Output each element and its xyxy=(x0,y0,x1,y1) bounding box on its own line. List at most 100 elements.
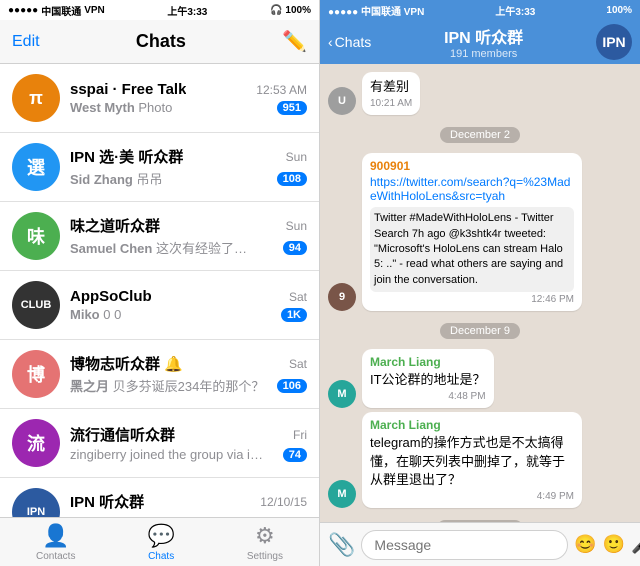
battery-label: 100% xyxy=(285,5,311,16)
date-separator: December 9 xyxy=(328,321,632,339)
badge: 1K xyxy=(281,308,307,322)
chat-info: 味之道听众群SunSamuel Chen 这次有经验了…94 xyxy=(70,215,307,257)
message-text: IT公论群的地址是？ xyxy=(370,371,486,389)
group-avatar[interactable]: IPN xyxy=(596,24,632,60)
messages-area: U有差别10:21 AM December 2 9 900901 https://twi… xyxy=(320,64,640,522)
settings-icon: ⚙ xyxy=(255,523,275,549)
message-time: 4:49 PM xyxy=(370,491,574,502)
right-nav-bar: ‹ Chats IPN 听众群 191 members IPN xyxy=(320,20,640,64)
sender-name: March Liang xyxy=(370,355,486,369)
chat-info: AppSoClubSatMiko 0 01K xyxy=(70,288,307,322)
avatar: 選 xyxy=(12,143,60,191)
chat-info: sspai · Free Talk 12:53 AM West Myth Photo… xyxy=(70,81,307,115)
chat-item[interactable]: π sspai · Free Talk 12:53 AM West Myth Phot… xyxy=(0,64,319,133)
chat-preview: West Myth Photo xyxy=(70,100,172,115)
right-carrier-name: 中国联通 xyxy=(361,7,401,18)
message-avatar: 9 xyxy=(328,283,356,311)
chat-item[interactable]: CLUBAppSoClubSatMiko 0 01K xyxy=(0,271,319,340)
message-bubble[interactable]: March Liang IT公论群的地址是？ 4:48 PM xyxy=(362,349,494,408)
group-title: IPN 听众群 xyxy=(444,24,523,48)
mic-button[interactable]: 🎤 xyxy=(631,534,640,555)
badge: 74 xyxy=(283,448,307,462)
badge: 108 xyxy=(277,172,307,186)
chat-time: Fri xyxy=(293,428,307,442)
chat-name: sspai · Free Talk xyxy=(70,81,186,98)
emoji-button[interactable]: 😊 xyxy=(574,534,596,555)
right-vpn-label: VPN xyxy=(404,7,425,18)
message-bubble[interactable]: 有差别10:21 AM xyxy=(362,72,420,115)
bluetooth-icon: 🎧 xyxy=(270,5,282,16)
right-signal-dots: ●●●●● xyxy=(328,7,358,18)
chats-title: Chats xyxy=(136,31,186,52)
chat-item[interactable]: 博博物志听众群 🔔Sat黑之月 贝多芬诞辰234年的那个？106 xyxy=(0,340,319,409)
back-chevron-icon: ‹ xyxy=(328,34,333,50)
tab-item-contacts[interactable]: 👤Contacts xyxy=(36,523,75,562)
chat-name: IPN 选·美 听众群 xyxy=(70,146,183,167)
chats-icon: 💬 xyxy=(147,523,174,549)
avatar: CLUB xyxy=(12,281,60,329)
right-carrier-info: ●●●●● 中国联通 VPN xyxy=(328,3,424,18)
avatar: 博 xyxy=(12,350,60,398)
left-nav-bar: Edit Chats ✏️ xyxy=(0,20,319,64)
back-button[interactable]: ‹ Chats xyxy=(328,34,371,50)
carrier-name: 中国联通 xyxy=(41,3,81,18)
chat-item[interactable]: 流流行通信听众群Frizingiberry joined the group v… xyxy=(0,409,319,478)
chat-time: Sat xyxy=(289,357,307,371)
tab-label: Settings xyxy=(247,551,283,562)
chat-name: AppSoClub xyxy=(70,288,152,305)
message-time: 4:48 PM xyxy=(370,391,486,402)
message-input[interactable] xyxy=(361,530,568,560)
tab-item-chats[interactable]: 💬Chats xyxy=(147,523,174,562)
chat-item[interactable]: 選 IPN 选·美 听众群 Sun Sid Zhang 吊吊 108 xyxy=(0,133,319,202)
date-label: December 9 xyxy=(440,323,520,339)
chat-item[interactable]: 味味之道听众群SunSamuel Chen 这次有经验了…94 xyxy=(0,202,319,271)
chat-preview: Miko 0 0 xyxy=(70,307,121,322)
right-panel: ●●●●● 中国联通 VPN 上午3:33 100% ‹ Chats IPN 听… xyxy=(320,0,640,566)
chat-item[interactable]: IPNIPN 听众群12/10/15Nick 并不是 xyxy=(0,478,319,517)
chat-info: 流行通信听众群 Fri zingiberry joined the group vi… xyxy=(70,424,307,462)
badge: 94 xyxy=(283,241,307,255)
message-row: U有差别10:21 AM xyxy=(328,72,632,115)
chat-preview: Samuel Chen 这次有经验了… xyxy=(70,238,247,257)
date-label: December 2 xyxy=(440,127,520,143)
message-row: 9 900901 https://twitter.com/search?q=%23M… xyxy=(328,153,632,311)
edit-button[interactable]: Edit xyxy=(12,33,40,51)
attach-button[interactable]: 📎 xyxy=(328,532,355,558)
chat-preview: zingiberry joined the group via invite l… xyxy=(70,447,270,462)
group-info: IPN 听众群 191 members xyxy=(377,24,590,60)
badge: 951 xyxy=(277,101,307,115)
tab-bar: 👤Contacts 💬Chats ⚙ Settings xyxy=(0,517,319,566)
message-text: Twitter #MadeWithHoloLens - Twitter Sear… xyxy=(370,207,574,292)
message-bubble[interactable]: 900901 https://twitter.com/search?q=%23Ma… xyxy=(362,153,582,311)
right-battery: 100% xyxy=(606,5,632,16)
chat-preview: Sid Zhang 吊吊 xyxy=(70,169,162,188)
left-status-bar: ●●●●● 中国联通 VPN 上午3:33 🎧 100% xyxy=(0,0,319,20)
left-carrier-info: ●●●●● 中国联通 VPN xyxy=(8,3,105,18)
tab-item-settings[interactable]: ⚙ Settings xyxy=(247,523,283,562)
message-time: 10:21 AM xyxy=(370,98,412,109)
chat-time: Sun xyxy=(286,150,307,164)
chat-info: IPN 选·美 听众群 Sun Sid Zhang 吊吊 108 xyxy=(70,146,307,188)
chat-info: 博物志听众群 🔔Sat黑之月 贝多芬诞辰234年的那个？106 xyxy=(70,353,307,395)
chat-name: 味之道听众群 xyxy=(70,215,160,236)
avatar: π xyxy=(12,74,60,122)
left-time: 上午3:33 xyxy=(167,3,207,18)
message-link[interactable]: https://twitter.com/search?q=%23MadeWith… xyxy=(370,175,574,203)
smiley-icon[interactable]: 🙂 xyxy=(603,534,625,555)
message-bubble[interactable]: March Liang telegram的操作方式也是不太搞得懂，在聊天列表中删掉… xyxy=(362,412,582,508)
chat-name: 流行通信听众群 xyxy=(70,424,175,445)
sender-name: 900901 xyxy=(370,159,574,173)
message-time: 12:46 PM xyxy=(370,294,574,305)
right-icons: 100% xyxy=(606,5,632,16)
message-row: MMarch Liangtelegram的操作方式也是不太搞得懂，在聊天列表中删… xyxy=(328,412,632,508)
date-separator: December 2 xyxy=(328,125,632,143)
right-time: 上午3:33 xyxy=(495,3,535,18)
message-avatar: U xyxy=(328,87,356,115)
compose-button[interactable]: ✏️ xyxy=(282,29,307,54)
sender-name: March Liang xyxy=(370,418,574,432)
signal-dots: ●●●●● xyxy=(8,5,38,16)
chat-time: 12:53 AM xyxy=(256,83,307,97)
message-text: telegram的操作方式也是不太搞得懂，在聊天列表中删掉了，就等于从群里退出了… xyxy=(370,434,574,489)
chat-time: 12/10/15 xyxy=(260,495,307,509)
input-bar: 📎 😊 🙂 🎤 xyxy=(320,522,640,566)
